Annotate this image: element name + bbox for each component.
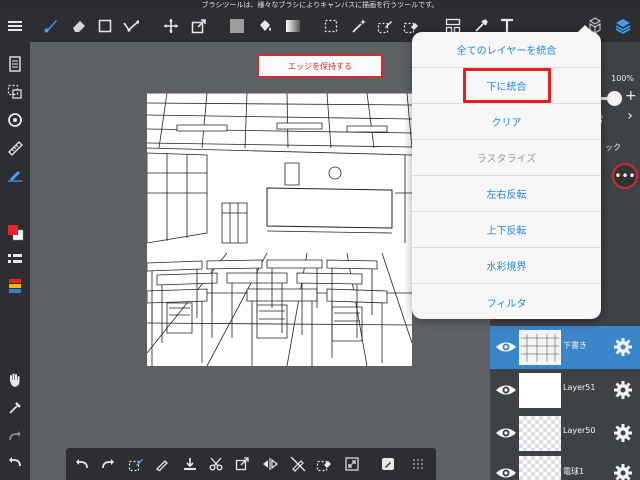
color-swatch-icon[interactable] — [0, 218, 30, 246]
menu-filter[interactable]: フィルタ — [412, 284, 601, 320]
bucket-tool-icon[interactable] — [252, 10, 278, 42]
keep-edge-button[interactable]: エッジを保持する — [257, 54, 383, 78]
color-picker-icon[interactable] — [0, 394, 30, 422]
layer-row[interactable]: 電球1 — [490, 452, 640, 480]
menu-merge-all[interactable]: 全てのレイヤーを統合 — [412, 32, 601, 68]
layer-name: Layer50 — [563, 426, 596, 435]
download-icon[interactable] — [178, 448, 202, 480]
curve-tool-icon[interactable] — [118, 10, 144, 42]
flip-horizontal-icon[interactable] — [258, 448, 282, 480]
opacity-slider-knob[interactable] — [607, 91, 622, 106]
eye-icon[interactable] — [495, 381, 517, 399]
fullscreen-icon[interactable] — [340, 448, 364, 480]
chevron-right-icon[interactable]: › — [620, 108, 640, 128]
select-pen-icon[interactable] — [372, 10, 398, 42]
document-icon[interactable] — [0, 50, 30, 78]
transform-icon[interactable] — [230, 448, 254, 480]
undo-icon[interactable] — [0, 448, 30, 476]
eye-icon[interactable] — [495, 464, 517, 480]
layer-name: Layer51 — [563, 383, 596, 392]
deselect-icon[interactable] — [286, 448, 310, 480]
shape-tool-icon[interactable] — [92, 10, 118, 42]
eye-icon[interactable] — [495, 338, 517, 356]
selection-layer-icon[interactable] — [0, 78, 30, 106]
brush-tool-icon[interactable] — [38, 10, 64, 42]
select-clear-icon[interactable] — [312, 448, 336, 480]
scissors-icon[interactable] — [204, 448, 228, 480]
status-bar: ブラシツールは、様々なブラシによりキャンバスに描画を行うツールです。 — [0, 0, 640, 10]
drag-handle-icon[interactable] — [406, 448, 430, 480]
lock-label: ック — [605, 143, 621, 152]
select-pen-icon[interactable] — [124, 448, 148, 480]
layer-thumbnail — [519, 456, 561, 480]
layer-row[interactable]: Layer50 — [490, 412, 640, 455]
canvas-artwork[interactable] — [147, 93, 412, 366]
menu-clear[interactable]: クリア — [412, 104, 601, 140]
eye-icon[interactable] — [495, 424, 517, 442]
layer-name: 電球1 — [563, 467, 585, 476]
magic-wand-icon[interactable] — [346, 10, 372, 42]
bottom-toolbar — [66, 448, 436, 480]
menu-flip-vertical[interactable]: 上下反転 — [412, 212, 601, 248]
menu-icon[interactable] — [2, 10, 28, 42]
app-root: ブラシツールは、様々なブラシによりキャンバスに描画を行うツールです。 エッジを保… — [0, 0, 640, 480]
layer-thumbnail — [519, 416, 561, 451]
layer-more-options-button[interactable]: ••• — [612, 163, 638, 189]
gear-icon[interactable] — [612, 462, 634, 480]
ruler-icon[interactable] — [0, 134, 30, 162]
gear-icon[interactable] — [612, 422, 634, 444]
layer-thumbnail — [519, 373, 561, 408]
select-tool-icon[interactable] — [318, 10, 344, 42]
move-tool-icon[interactable] — [158, 10, 184, 42]
gear-icon[interactable] — [612, 336, 634, 358]
eraser-tool-icon[interactable] — [66, 10, 92, 42]
pen-settings-icon[interactable] — [0, 160, 30, 188]
menu-flip-horizontal[interactable]: 左右反転 — [412, 176, 601, 212]
hand-tool-icon[interactable] — [0, 366, 30, 394]
layer-row-selected[interactable]: 下書き — [490, 326, 640, 369]
layer-row[interactable]: Layer51 — [490, 369, 640, 412]
menu-rasterize: ラスタライズ — [412, 140, 601, 176]
undo-icon[interactable] — [70, 448, 94, 480]
opacity-increase-button[interactable]: + — [625, 88, 637, 104]
redo-icon[interactable] — [0, 422, 30, 450]
layers-icon[interactable] — [610, 10, 636, 42]
layer-thumbnail — [519, 330, 561, 365]
menu-watercolor-edge[interactable]: 水彩境界 — [412, 248, 601, 284]
edit-layer-icon[interactable] — [376, 448, 400, 480]
redo-icon[interactable] — [96, 448, 120, 480]
snap-icon[interactable] — [0, 106, 30, 134]
left-toolbar — [0, 42, 30, 480]
fill-color-icon[interactable] — [224, 10, 250, 42]
transform-tool-icon[interactable] — [186, 10, 212, 42]
color-palette-icon[interactable] — [0, 272, 30, 300]
gear-icon[interactable] — [612, 379, 634, 401]
layer-name: 下書き — [563, 341, 587, 350]
gradient-tool-icon[interactable] — [280, 10, 306, 42]
layer-menu-popover: 全てのレイヤーを統合 下に統合 クリア ラスタライズ 左右反転 上下反転 水彩境… — [412, 25, 601, 320]
pen-icon[interactable] — [150, 448, 174, 480]
merge-down-highlight — [463, 68, 551, 103]
palette-list-icon[interactable] — [0, 246, 30, 274]
opacity-label: 100% — [611, 74, 634, 83]
